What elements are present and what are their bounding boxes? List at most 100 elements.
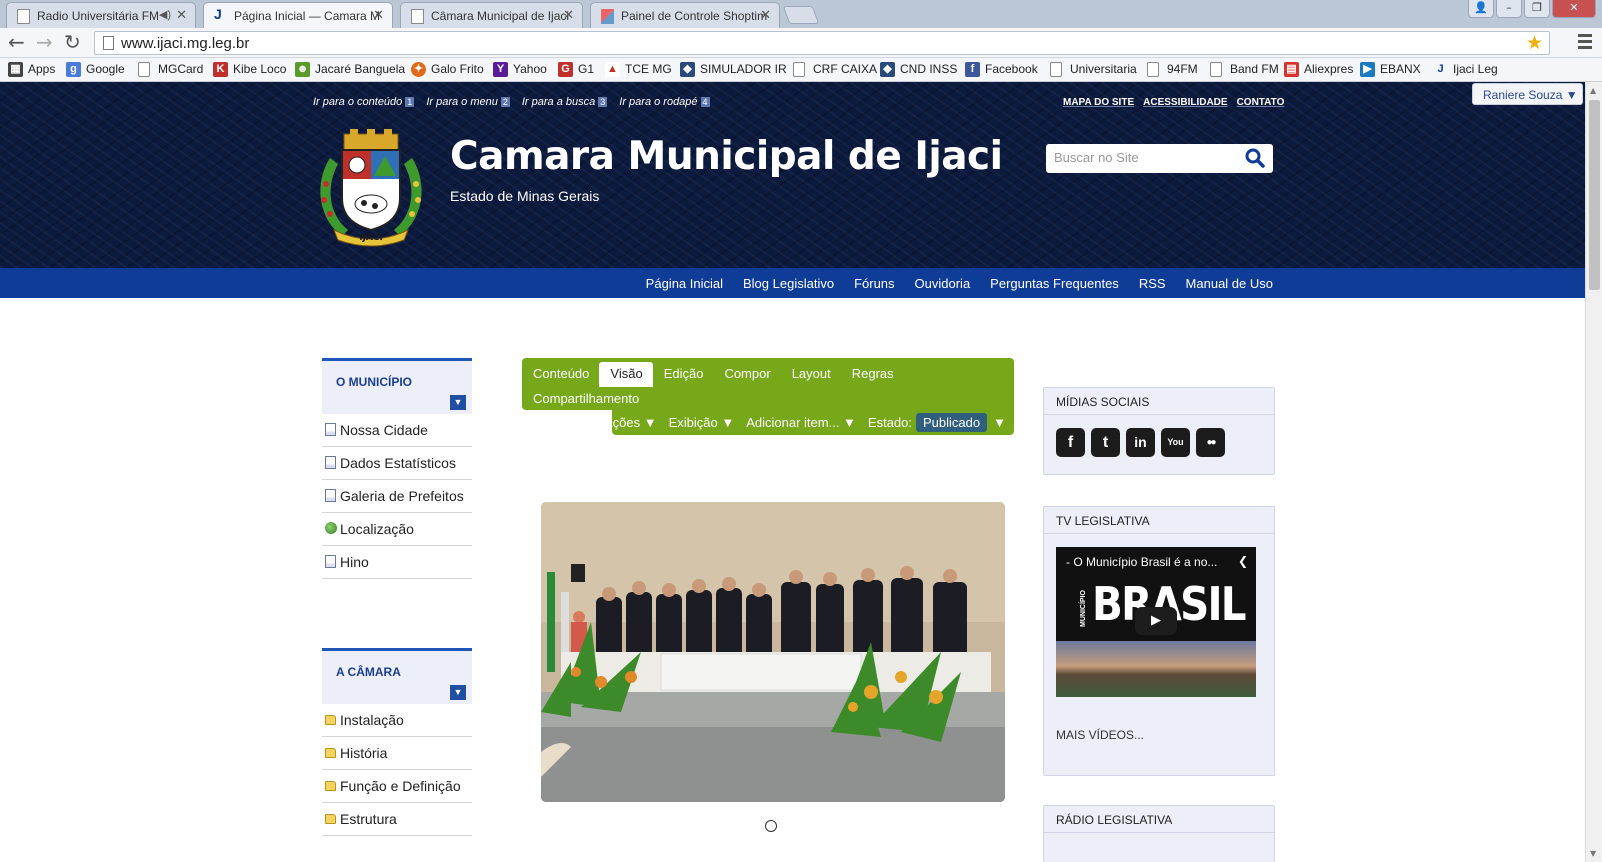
nav-blog-legislativo[interactable]: Blog Legislativo [743, 276, 834, 291]
city-crest-logo[interactable]: IJACI [312, 128, 430, 248]
user-icon[interactable]: 👤 [1468, 0, 1494, 18]
bookmark-ijaci-leg[interactable]: J Ijaci Leg [1433, 62, 1497, 76]
bookmark-94fm[interactable]: 94FM [1147, 62, 1198, 77]
skip-link-rodape[interactable]: Ir para o rodapé 4 [619, 96, 710, 108]
close-icon[interactable]: ✕ [176, 7, 187, 23]
skip-link-busca[interactable]: Ir para a busca 3 [522, 96, 608, 108]
tab-layout[interactable]: Layout [781, 362, 841, 387]
close-window-icon[interactable]: ✕ [1552, 0, 1596, 18]
bookmark-google[interactable]: g Google [66, 62, 125, 77]
skip-link-conteudo[interactable]: Ir para o conteúdo 1 [313, 96, 415, 108]
tab-edicao[interactable]: Edição [653, 362, 714, 387]
nav-foruns[interactable]: Fóruns [854, 276, 894, 291]
bookmark-ebanx[interactable]: ▶ EBANX [1360, 62, 1421, 77]
painel-icon [601, 9, 614, 24]
bookmark-jacar-banguela[interactable]: ☻ Jacaré Banguela [295, 62, 405, 77]
estado-dropdown-arrow[interactable]: ▼ [993, 415, 1006, 430]
tab-visao[interactable]: Visão [599, 362, 653, 387]
bookmark-aliexpres[interactable]: ▤ Aliexpres [1284, 62, 1353, 77]
bookmark-apps[interactable]: ▦ Apps [8, 62, 55, 77]
reload-icon[interactable]: ↻ [64, 32, 81, 52]
bookmark-g1[interactable]: G G1 [558, 62, 594, 77]
nav-ouvidoria[interactable]: Ouvidoria [915, 276, 971, 291]
page-scrollbar[interactable]: ▲ ▼ [1585, 82, 1602, 862]
bookmark-band-fm[interactable]: Band FM [1210, 62, 1279, 77]
share-icon[interactable]: ❮ [1238, 554, 1248, 568]
close-icon[interactable]: ✕ [760, 7, 771, 23]
acoes-menu[interactable]: Ações ▼ [604, 415, 657, 430]
close-icon[interactable]: ✕ [373, 7, 384, 23]
bookmark-universitaria[interactable]: Universitaria [1050, 62, 1137, 77]
youtube-icon[interactable]: You [1161, 428, 1190, 457]
youtube-video-embed[interactable]: - O Município Brasil é a no... ❮ MUNICÍP… [1056, 547, 1256, 697]
tab-regras[interactable]: Regras [841, 362, 904, 387]
scrollbar-thumb[interactable] [1589, 100, 1600, 290]
mais-videos-link[interactable]: MAIS VÍDEOS... [1056, 728, 1144, 742]
site-title[interactable]: Camara Municipal de Ijaci [450, 134, 1003, 179]
close-icon[interactable]: ✕ [563, 7, 574, 23]
maximize-icon[interactable]: ❐ [1524, 0, 1550, 18]
tab-compartilhamento[interactable]: Compartilhamento [522, 387, 649, 412]
carousel-photo[interactable] [541, 502, 1005, 802]
acessibilidade-link[interactable]: ACESSIBILIDADE [1143, 97, 1227, 108]
nav-rss[interactable]: RSS [1139, 276, 1166, 291]
bookmark-label: SIMULADOR IR [700, 62, 787, 76]
estado-publicado-button[interactable]: Publicado [916, 413, 988, 432]
facebook-icon[interactable]: f [1056, 428, 1085, 457]
chevron-down-icon[interactable]: ▼ [450, 685, 466, 700]
scroll-up-icon[interactable]: ▲ [1590, 86, 1596, 95]
flickr-icon[interactable]: ●● [1196, 428, 1225, 457]
chevron-down-icon[interactable]: ▼ [450, 395, 466, 410]
skip-link-menu[interactable]: Ir para o menu 2 [426, 96, 510, 108]
bookmark-kibe-loco[interactable]: K Kibe Loco [213, 62, 286, 77]
twitter-icon[interactable]: t [1091, 428, 1120, 457]
carousel-indicator-dot[interactable] [765, 820, 777, 832]
tab-conteudo[interactable]: Conteúdo [522, 362, 599, 387]
bookmark-tce-mg[interactable]: ▲ TCE MG [605, 62, 672, 77]
search-input[interactable]: Buscar no Site [1046, 144, 1273, 173]
browser-tab-pagina-inicial[interactable]: J Página Inicial — Camara M ✕ [203, 2, 393, 29]
mapa-do-site-link[interactable]: MAPA DO SITE [1063, 97, 1134, 108]
sidebar-item-nossa-cidade[interactable]: Nossa Cidade [322, 414, 472, 447]
nav-perguntas-frequentes[interactable]: Perguntas Frequentes [990, 276, 1119, 291]
back-arrow-icon[interactable]: ← [8, 32, 25, 52]
contato-link[interactable]: CONTATO [1237, 97, 1285, 108]
exibicao-menu[interactable]: Exibição ▼ [669, 415, 735, 430]
bookmark-mgcard[interactable]: MGCard [138, 62, 203, 77]
sidebar-item-funcao-e-definicao[interactable]: Função e Definição [322, 770, 472, 803]
sidebar-item-historia[interactable]: História [322, 737, 472, 770]
bookmark-crf-caixa[interactable]: CRF CAIXA [793, 62, 877, 77]
bookmark-galo-frito[interactable]: ✦ Galo Frito [411, 62, 484, 77]
video-title[interactable]: - O Município Brasil é a no... [1066, 555, 1217, 569]
linkedin-icon[interactable]: in [1126, 428, 1155, 457]
browser-tab-radio[interactable]: Radio Universitária FM ◀) ✕ [6, 2, 196, 28]
search-icon[interactable] [1245, 148, 1265, 168]
sidebar-item-hino[interactable]: Hino [322, 546, 472, 579]
adicionar-item-menu[interactable]: Adicionar item... ▼ [746, 415, 856, 430]
forward-arrow-icon[interactable]: → [36, 32, 53, 52]
sidebar-item-localizacao[interactable]: Localização [322, 513, 472, 546]
bookmark-simulador-ir[interactable]: ◆ SIMULADOR IR [680, 62, 787, 77]
minimize-icon[interactable]: – [1496, 0, 1522, 18]
bookmark-cnd-inss[interactable]: ◆ CND INSS [880, 62, 957, 77]
play-icon[interactable]: ▶ [1135, 607, 1177, 635]
nav-manual-de-uso[interactable]: Manual de Uso [1186, 276, 1273, 291]
address-bar[interactable]: www.ijaci.mg.leg.br ★ [94, 31, 1550, 55]
bookmark-yahoo[interactable]: Y Yahoo [493, 62, 547, 77]
user-menu-button[interactable]: Raniere Souza ▼ [1472, 83, 1583, 105]
tce-icon: ▲ [605, 62, 620, 77]
chrome-menu-icon[interactable] [1578, 34, 1592, 52]
apps-icon: ▦ [8, 62, 23, 77]
sidebar-item-dados-estatisticos[interactable]: Dados Estatísticos [322, 447, 472, 480]
browser-tab-painel[interactable]: Painel de Controle Shoptim ✕ [590, 2, 780, 28]
bookmark-star-icon[interactable]: ★ [1526, 32, 1543, 55]
sidebar-item-galeria-de-prefeitos[interactable]: Galeria de Prefeitos [322, 480, 472, 513]
bookmark-facebook[interactable]: f Facebook [965, 62, 1038, 77]
sidebar-item-instalacao[interactable]: Instalação [322, 704, 472, 737]
new-tab-button[interactable] [782, 6, 820, 24]
tab-compor[interactable]: Compor [713, 362, 780, 387]
sidebar-item-estrutura[interactable]: Estrutura [322, 803, 472, 836]
browser-tab-camara[interactable]: Câmara Municipal de Ijaci ✕ [400, 2, 583, 28]
nav-pagina-inicial[interactable]: Página Inicial [646, 276, 723, 291]
scroll-down-icon[interactable]: ▼ [1590, 849, 1596, 858]
